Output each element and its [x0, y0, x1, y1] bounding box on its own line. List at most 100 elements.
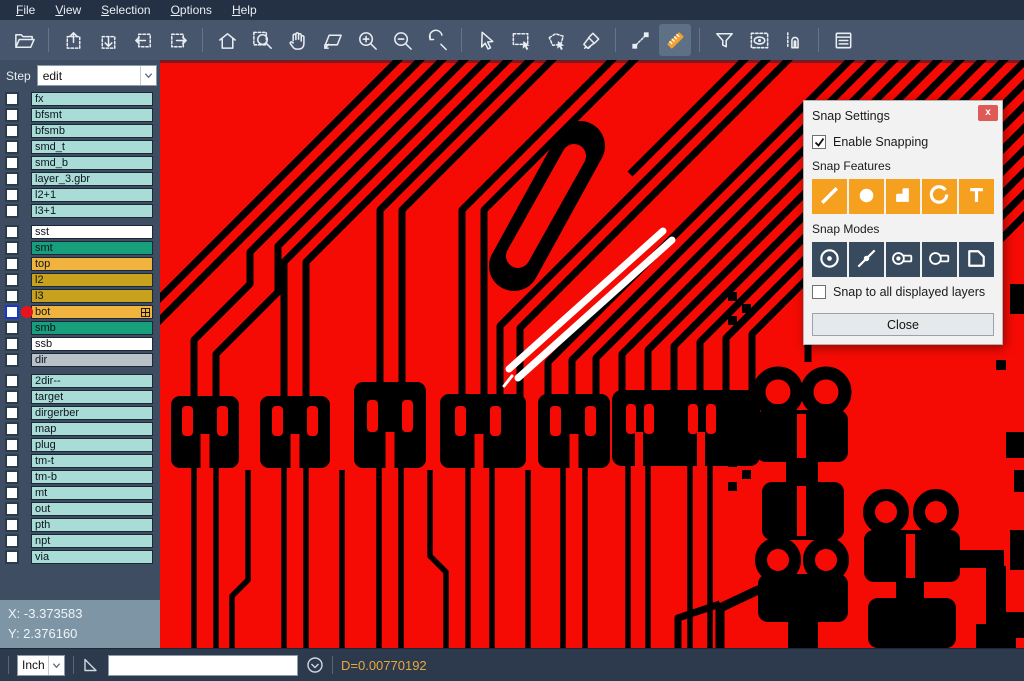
close-icon[interactable]: x — [978, 105, 998, 121]
unit-select[interactable]: Inch — [17, 655, 65, 676]
filter-funnel-button[interactable] — [708, 24, 740, 56]
snap-feature-circle-button[interactable] — [849, 179, 884, 214]
snap-feature-arc-button[interactable] — [922, 179, 957, 214]
layer-name[interactable]: bot — [31, 305, 153, 319]
apply-measure-icon[interactable] — [306, 656, 324, 674]
layer-name[interactable]: smt — [31, 241, 153, 255]
pan-hand-button[interactable] — [281, 24, 313, 56]
zoom-window-button[interactable] — [246, 24, 278, 56]
enable-snapping-checkbox[interactable] — [812, 135, 826, 149]
snap-mode-center-button[interactable] — [812, 242, 847, 277]
select-polygon-button[interactable] — [540, 24, 572, 56]
snap-feature-surface-button[interactable] — [886, 179, 921, 214]
layer-name[interactable]: dir — [31, 353, 153, 367]
layer-visibility-checkbox[interactable] — [5, 518, 19, 532]
layer-visibility-checkbox[interactable] — [5, 172, 19, 186]
layer-name[interactable]: bfsmb — [31, 124, 153, 138]
layer-visibility-checkbox[interactable] — [5, 470, 19, 484]
pcb-canvas[interactable]: Snap Settings x Enable Snapping Snap Fea… — [160, 60, 1024, 648]
clean-brush-button[interactable] — [575, 24, 607, 56]
layer-visibility-checkbox[interactable] — [5, 204, 19, 218]
layer-name[interactable]: via — [31, 550, 153, 564]
select-rectangle-button[interactable] — [505, 24, 537, 56]
layer-name[interactable]: l3 — [31, 289, 153, 303]
layer-name[interactable]: pth — [31, 518, 153, 532]
angle-measure-icon[interactable] — [82, 656, 100, 674]
layer-visibility-checkbox[interactable] — [5, 502, 19, 516]
select-pointer-button[interactable] — [470, 24, 502, 56]
layer-name[interactable]: l2+1 — [31, 188, 153, 202]
layer-name[interactable]: tm-b — [31, 470, 153, 484]
menu-selection[interactable]: Selection — [91, 0, 160, 20]
layer-name[interactable]: top — [31, 257, 153, 271]
shift-up-button[interactable] — [57, 24, 89, 56]
layer-name[interactable]: dirgerber — [31, 406, 153, 420]
layer-visibility-checkbox[interactable] — [5, 188, 19, 202]
close-button[interactable]: Close — [812, 313, 994, 336]
layer-visibility-checkbox[interactable] — [5, 124, 19, 138]
snap-mode-contour-button[interactable] — [959, 242, 994, 277]
layer-visibility-checkbox[interactable] — [5, 156, 19, 170]
menu-options[interactable]: Options — [161, 0, 222, 20]
layer-visibility-checkbox[interactable] — [5, 92, 19, 106]
ruler-button[interactable] — [659, 24, 691, 56]
layer-name[interactable]: smb — [31, 321, 153, 335]
layer-visibility-checkbox[interactable] — [5, 108, 19, 122]
layer-visibility-checkbox[interactable] — [5, 241, 19, 255]
layer-name[interactable]: target — [31, 390, 153, 404]
menu-view[interactable]: View — [45, 0, 91, 20]
zoom-in-button[interactable] — [351, 24, 383, 56]
view-selection-button[interactable] — [743, 24, 775, 56]
layer-visibility-checkbox[interactable] — [5, 257, 19, 271]
layer-name[interactable]: smd_t — [31, 140, 153, 154]
layer-name[interactable]: plug — [31, 438, 153, 452]
layer-name[interactable]: mt — [31, 486, 153, 500]
layer-name[interactable]: ssb — [31, 337, 153, 351]
layer-visibility-checkbox[interactable] — [5, 374, 19, 388]
measure-input[interactable] — [108, 655, 298, 676]
layer-visibility-checkbox[interactable] — [5, 273, 19, 287]
open-folder-button[interactable] — [8, 24, 40, 56]
snap-mode-pad-filled-button[interactable] — [886, 242, 921, 277]
layer-visibility-checkbox[interactable] — [5, 225, 19, 239]
zoom-out-button[interactable] — [386, 24, 418, 56]
layer-visibility-checkbox[interactable] — [5, 438, 19, 452]
layer-visibility-checkbox[interactable] — [5, 406, 19, 420]
layer-name[interactable]: fx — [31, 92, 153, 106]
layer-name[interactable]: sst — [31, 225, 153, 239]
layer-visibility-checkbox[interactable] — [5, 390, 19, 404]
layer-visibility-checkbox[interactable] — [5, 337, 19, 351]
layer-visibility-checkbox[interactable] — [5, 422, 19, 436]
shift-left-button[interactable] — [127, 24, 159, 56]
layer-name[interactable]: tm-t — [31, 454, 153, 468]
layer-visibility-checkbox[interactable] — [5, 353, 19, 367]
layer-name[interactable]: bfsmt — [31, 108, 153, 122]
measure-distance-button[interactable] — [624, 24, 656, 56]
step-select[interactable]: edit — [37, 65, 157, 86]
layer-name[interactable]: l2 — [31, 273, 153, 287]
snap-magnet-button[interactable] — [778, 24, 810, 56]
snap-feature-line-button[interactable] — [812, 179, 847, 214]
layer-name[interactable]: smd_b — [31, 156, 153, 170]
layer-name[interactable]: map — [31, 422, 153, 436]
zoom-previous-button[interactable] — [421, 24, 453, 56]
menu-file[interactable]: File — [6, 0, 45, 20]
layer-name[interactable]: out — [31, 502, 153, 516]
layer-visibility-checkbox[interactable] — [5, 486, 19, 500]
snap-mode-pad-outline-button[interactable] — [922, 242, 957, 277]
layer-name[interactable]: l3+1 — [31, 204, 153, 218]
zoom-home-button[interactable] — [211, 24, 243, 56]
layer-name[interactable]: 2dir-- — [31, 374, 153, 388]
snap-feature-text-button[interactable] — [959, 179, 994, 214]
layer-visibility-checkbox[interactable] — [5, 321, 19, 335]
zoom-dynamic-button[interactable] — [316, 24, 348, 56]
layer-visibility-checkbox[interactable] — [5, 454, 19, 468]
layer-name[interactable]: layer_3.gbr — [31, 172, 153, 186]
snap-all-layers-checkbox[interactable] — [812, 285, 826, 299]
shift-right-button[interactable] — [162, 24, 194, 56]
shift-down-button[interactable] — [92, 24, 124, 56]
layer-visibility-checkbox[interactable] — [5, 305, 19, 319]
layer-visibility-checkbox[interactable] — [5, 550, 19, 564]
layer-visibility-checkbox[interactable] — [5, 289, 19, 303]
layer-visibility-checkbox[interactable] — [5, 534, 19, 548]
